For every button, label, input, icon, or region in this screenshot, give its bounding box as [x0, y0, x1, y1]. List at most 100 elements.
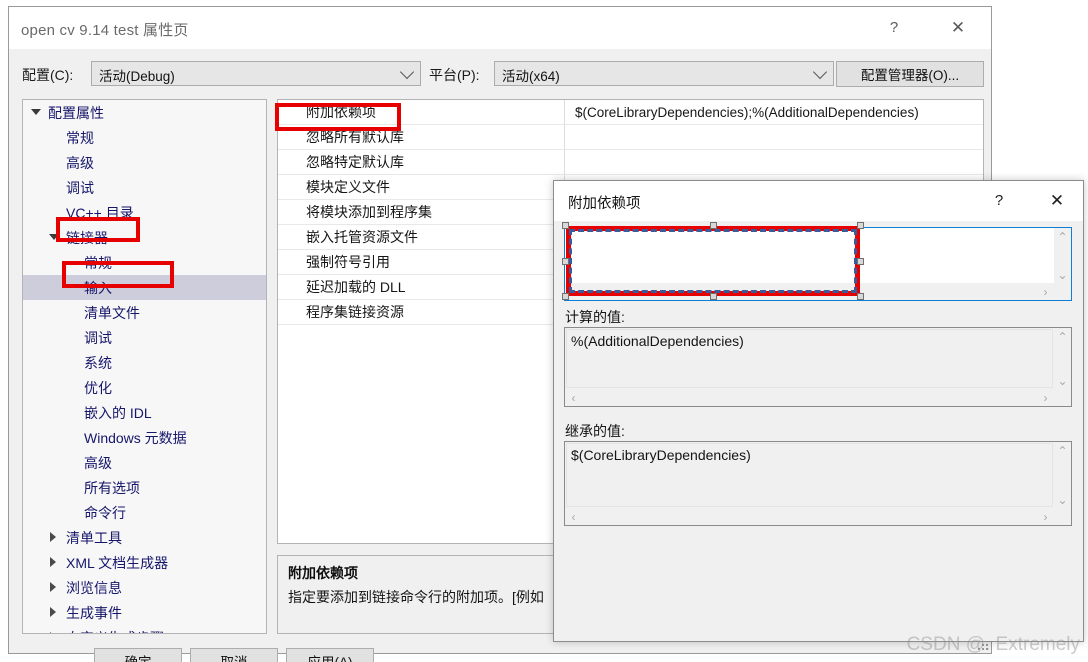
tree-item-label: 浏览信息: [66, 579, 122, 596]
tree-item-label: 嵌入的 IDL: [84, 404, 152, 421]
platform-dropdown[interactable]: 活动(x64): [494, 61, 834, 86]
property-name: 模块定义文件: [278, 175, 565, 199]
dependencies-input-vscrollbar[interactable]: ⌃ ⌄: [1054, 228, 1071, 283]
inherited-hscrollbar[interactable]: ‹ ›: [565, 508, 1071, 525]
tree-item[interactable]: 清单文件: [23, 300, 266, 325]
scroll-up-icon[interactable]: ⌃: [1054, 228, 1071, 245]
configuration-tree[interactable]: 配置属性 常规 高级 调试 VC++ 目录 链接器 常规 输入 清单文件 调试 系统 优化 嵌入的 ID…: [22, 99, 267, 634]
scroll-up-icon[interactable]: ⌃: [1054, 442, 1071, 459]
property-value[interactable]: $(CoreLibraryDependencies);%(AdditionalD…: [565, 105, 983, 120]
dependencies-input-hscrollbar[interactable]: ‹ ›: [565, 283, 1071, 300]
twisty-expanded-icon[interactable]: [49, 234, 59, 240]
twisty-collapsed-icon[interactable]: [50, 607, 56, 617]
tree-item[interactable]: XML 文档生成器: [23, 550, 266, 575]
scroll-right-icon[interactable]: ›: [1037, 508, 1054, 525]
tree-item[interactable]: 所有选项: [23, 475, 266, 500]
tree-item-label: 清单工具: [66, 529, 122, 546]
configuration-dropdown[interactable]: 活动(Debug): [91, 61, 421, 86]
evaluated-hscrollbar[interactable]: ‹ ›: [565, 389, 1071, 406]
dependencies-input[interactable]: ⌃ ⌄ ‹ ›: [564, 227, 1072, 301]
twisty-expanded-icon[interactable]: [31, 109, 41, 115]
tree-item-label: 调试: [84, 329, 112, 346]
dialog-help-icon[interactable]: ?: [977, 181, 1021, 220]
tree-item-label: 链接器: [66, 229, 108, 246]
property-name: 将模块添加到程序集: [278, 200, 565, 224]
scroll-left-icon[interactable]: ‹: [565, 283, 582, 300]
scroll-down-icon[interactable]: ⌄: [1054, 266, 1071, 283]
ok-button[interactable]: 确定: [94, 648, 182, 662]
scroll-up-icon[interactable]: ⌃: [1054, 328, 1071, 345]
inherited-value-text: $(CoreLibraryDependencies): [571, 447, 751, 463]
property-row[interactable]: 忽略特定默认库: [278, 150, 983, 175]
window-titlebar: open cv 9.14 test 属性页 ? ✕: [9, 7, 991, 49]
tree-item-label: 高级: [84, 454, 112, 471]
tree-item-label: 输入: [84, 279, 112, 296]
tree-item[interactable]: 调试: [23, 325, 266, 350]
tree-item-label: VC++ 目录: [66, 204, 134, 221]
dialog-close-icon[interactable]: ✕: [1035, 181, 1079, 220]
scroll-down-icon[interactable]: ⌄: [1054, 372, 1071, 389]
property-row[interactable]: 附加依赖项 $(CoreLibraryDependencies);%(Additi…: [278, 100, 983, 125]
tree-item[interactable]: 链接器: [23, 225, 266, 250]
cancel-button[interactable]: 取消: [190, 648, 278, 662]
property-row[interactable]: 忽略所有默认库: [278, 125, 983, 150]
tree-list: 配置属性 常规 高级 调试 VC++ 目录 链接器 常规 输入 清单文件 调试 系统 优化 嵌入的 ID…: [23, 100, 266, 634]
tree-item-label: 自定义生成步骤: [66, 628, 164, 634]
evaluated-vscrollbar[interactable]: ⌃ ⌄: [1054, 328, 1071, 389]
tree-item[interactable]: 常规: [23, 250, 266, 275]
tree-item[interactable]: VC++ 目录: [23, 200, 266, 225]
tree-item[interactable]: 系统: [23, 350, 266, 375]
tree-item-label: 清单文件: [84, 304, 140, 321]
tree-item-label: Windows 元数据: [84, 429, 187, 446]
property-name: 强制符号引用: [278, 250, 565, 274]
evaluated-value-label: 计算的值:: [565, 309, 625, 325]
configuration-manager-button[interactable]: 配置管理器(O)...: [836, 61, 984, 87]
dialog-titlebar: 附加依赖项 ? ✕: [554, 181, 1083, 221]
tree-item[interactable]: 生成事件: [23, 600, 266, 625]
scroll-right-icon[interactable]: ›: [1037, 389, 1054, 406]
property-name: 忽略特定默认库: [278, 150, 565, 174]
property-name: 嵌入托管资源文件: [278, 225, 565, 249]
scroll-down-icon[interactable]: ⌄: [1054, 491, 1071, 508]
tree-item[interactable]: 浏览信息: [23, 575, 266, 600]
tree-item-label: 常规: [84, 254, 112, 271]
configuration-value: 活动(Debug): [99, 69, 175, 84]
inherited-value-label: 继承的值:: [565, 423, 625, 439]
platform-value: 活动(x64): [502, 69, 560, 84]
tree-item-label: 系统: [84, 354, 112, 371]
tree-item[interactable]: 调试: [23, 175, 266, 200]
platform-label: 平台(P):: [429, 67, 480, 83]
scroll-left-icon[interactable]: ‹: [565, 508, 582, 525]
tree-item[interactable]: 清单工具: [23, 525, 266, 550]
property-name: 附加依赖项: [278, 100, 565, 124]
tree-item-label: 常规: [66, 129, 94, 146]
tree-item[interactable]: 命令行: [23, 500, 266, 525]
twisty-collapsed-icon[interactable]: [50, 582, 56, 592]
screenshot-root: open cv 9.14 test 属性页 ? ✕ 配置(C): 活动(Debu…: [0, 0, 1088, 662]
twisty-collapsed-icon[interactable]: [50, 532, 56, 542]
evaluated-value-box: %(AdditionalDependencies) ⌃ ⌄ ‹ ›: [564, 327, 1072, 407]
tree-item-label: 生成事件: [66, 604, 122, 621]
close-icon[interactable]: ✕: [935, 7, 981, 48]
scroll-left-icon[interactable]: ‹: [565, 389, 582, 406]
chevron-down-icon: [399, 64, 415, 80]
tree-item[interactable]: 自定义生成步骤: [23, 625, 266, 634]
configuration-label: 配置(C):: [22, 67, 74, 83]
tree-item[interactable]: 配置属性: [23, 100, 266, 125]
property-name: 延迟加载的 DLL: [278, 275, 565, 299]
scroll-right-icon[interactable]: ›: [1037, 283, 1054, 300]
tree-item[interactable]: 嵌入的 IDL: [23, 400, 266, 425]
tree-item[interactable]: 常规: [23, 125, 266, 150]
inherited-vscrollbar[interactable]: ⌃ ⌄: [1054, 442, 1071, 508]
tree-item-label: 配置属性: [48, 104, 104, 121]
twisty-collapsed-icon[interactable]: [50, 632, 56, 633]
tree-item[interactable]: 优化: [23, 375, 266, 400]
apply-button[interactable]: 应用(A): [286, 648, 374, 662]
twisty-collapsed-icon[interactable]: [50, 557, 56, 567]
help-icon[interactable]: ?: [871, 7, 917, 48]
tree-item[interactable]: 高级: [23, 150, 266, 175]
tree-item[interactable]: 输入: [23, 275, 266, 300]
tree-item[interactable]: 高级: [23, 450, 266, 475]
chevron-down-icon: [812, 64, 828, 80]
tree-item[interactable]: Windows 元数据: [23, 425, 266, 450]
